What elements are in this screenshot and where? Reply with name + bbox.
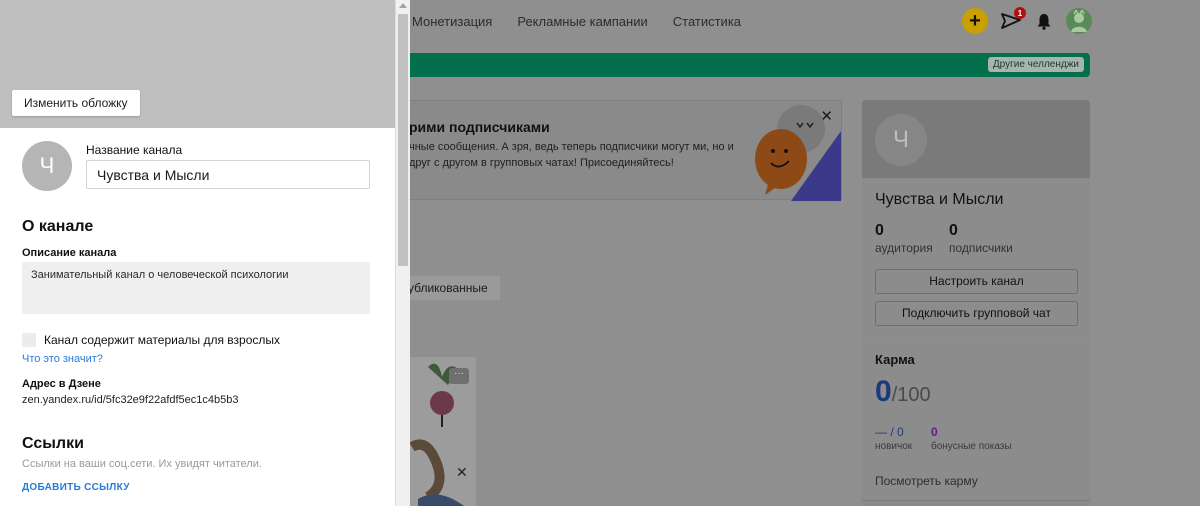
messages-icon[interactable]: 1 [1000,7,1026,32]
bonus-label: бонусные показы [931,441,1012,452]
subscribers-stat: 0 подписчики [949,222,1013,255]
nav-monetization[interactable]: Монетизация [412,12,492,32]
links-section-title: Ссылки [22,435,84,452]
channel-name: Чувства и Мысли [875,191,1004,208]
adult-content-row: Канал содержит материалы для взрослых [22,333,280,347]
setup-channel-button[interactable]: Настроить канал [875,269,1078,294]
nav-ad-campaigns[interactable]: Рекламные кампании [517,12,647,32]
audience-stat: 0 аудитория [875,222,933,255]
karma-score: 0 [875,375,892,408]
change-cover-button[interactable]: Изменить обложку [12,90,140,116]
top-nav: Монетизация Рекламные кампании Статистик… [412,12,741,32]
description-label: Описание канала [22,247,117,259]
bell-icon[interactable] [1034,10,1054,32]
subscribers-label: подписчики [949,241,1013,255]
tab-published[interactable]: убликованные [408,276,500,300]
karma-max: /100 [891,384,931,406]
plus-icon[interactable]: + [962,8,988,34]
other-challenges-button[interactable]: Другие челленджи [987,57,1084,72]
newbie-value: — / 0 [875,425,904,439]
about-section-title: О канале [22,218,94,235]
scrollbar-thumb[interactable] [398,14,408,266]
drawer-scrollbar[interactable] [395,0,410,506]
address-label: Адрес в Дзене [22,378,101,390]
karma-newbie: — / 0 новичок [875,425,912,452]
user-avatar[interactable] [1066,8,1092,34]
promo-card: рими подписчиками чные сообщения. А зря,… [408,100,842,201]
address-value: zen.yandex.ru/id/5fc32e9f22afdf5ec1c4b5b… [22,394,239,406]
channel-name-label: Название канала [86,143,183,157]
adult-content-label[interactable]: Канал содержит материалы для взрослых [44,333,280,347]
karma-divider [862,500,1090,506]
promo-title: рими подписчиками [409,119,550,135]
channel-card-cover: Ч [862,100,1090,178]
bonus-value: 0 [931,425,938,439]
nav-statistics[interactable]: Статистика [673,12,741,32]
karma-title: Карма [875,352,915,367]
close-icon[interactable]: ✕ [820,107,833,125]
top-icons: + 1 [962,7,1092,34]
channel-avatar-edit[interactable]: Ч [22,141,72,191]
more-options-icon[interactable]: ··· [449,368,469,384]
messages-badge: 1 [1014,7,1026,19]
channel-settings-drawer: Изменить обложку Ч Название канала О кан… [0,0,395,506]
links-hint: Ссылки на ваши соц.сети. Их увидят читат… [22,458,262,470]
cover-image: Изменить обложку [0,0,395,128]
channel-avatar: Ч [875,114,927,166]
what-does-it-mean-link[interactable]: Что это значит? [22,353,103,365]
add-link-button[interactable]: ДОБАВИТЬ ССЫЛКУ [22,482,130,493]
view-karma-link[interactable]: Посмотреть карму [875,474,978,488]
svg-text:✕: ✕ [456,465,468,481]
adult-content-checkbox[interactable] [22,333,36,347]
subscribers-count: 0 [949,222,958,239]
audience-count: 0 [875,222,884,239]
scroll-up-arrow-icon[interactable] [399,3,407,8]
promo-text: чные сообщения. А зря, ведь теперь подпи… [409,141,734,169]
description-textarea[interactable]: Занимательный канал о человеческой психо… [22,262,370,314]
channel-name-input[interactable] [86,160,370,189]
channel-card: Ч Чувства и Мысли 0 аудитория 0 подписчи… [862,100,1090,340]
audience-label: аудитория [875,241,933,255]
karma-bonus: 0 бонусные показы [931,425,1012,452]
karma-value: 0/100 [875,375,931,409]
challenge-banner: Другие челленджи [408,53,1090,77]
connect-group-chat-button[interactable]: Подключить групповой чат [875,301,1078,326]
karma-card: Карма 0/100 — / 0 новичок 0 бонусные пок… [862,341,1090,506]
newbie-label: новичок [875,441,913,452]
